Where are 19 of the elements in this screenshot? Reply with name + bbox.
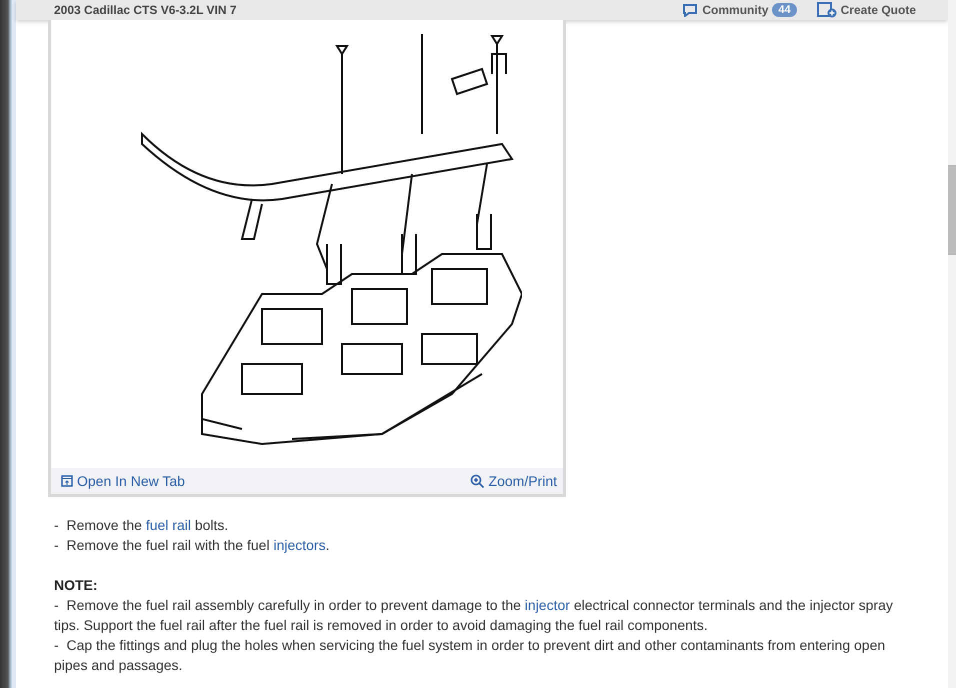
glossary-link[interactable]: injectors bbox=[273, 537, 326, 553]
zoom-print-link[interactable]: Zoom/Print bbox=[470, 473, 557, 489]
zoom-in-icon bbox=[470, 474, 485, 488]
new-tab-icon bbox=[61, 475, 73, 487]
instruction-text: - Remove the fuel rail assembly carefully in order to prevent damage to the injector electrical connector terminals and the injector spray tips. Support the fuel rail after the fuel rail is removed in order to avoid damaging the fuel rail components. bbox=[54, 596, 894, 635]
vehicle-title: 2003 Cadillac CTS V6-3.2L VIN 7 bbox=[54, 3, 238, 17]
scrollbar-thumb[interactable] bbox=[948, 165, 956, 255]
glossary-link[interactable]: fuel rail bbox=[146, 517, 191, 533]
create-quote-link[interactable]: Create Quote bbox=[816, 2, 916, 18]
quote-add-icon bbox=[816, 2, 837, 18]
note-heading: NOTE: bbox=[54, 576, 99, 595]
chat-icon bbox=[682, 3, 698, 17]
community-count: 44 bbox=[772, 3, 797, 17]
glossary-link[interactable]: injector bbox=[524, 597, 570, 613]
open-in-new-tab-link[interactable]: Open In New Tab bbox=[61, 473, 185, 489]
instruction-text: - Remove the fuel rail bolts. bbox=[54, 516, 230, 535]
instruction-text: - Remove the fuel rail with the fuel injectors. bbox=[54, 536, 330, 555]
community-link[interactable]: Community 44 bbox=[682, 3, 797, 17]
instruction-text: - Cap the fittings and plug the holes when servicing the fuel system in order to prevent dirt and other contaminants from entering open pipes and passages. bbox=[54, 636, 886, 675]
